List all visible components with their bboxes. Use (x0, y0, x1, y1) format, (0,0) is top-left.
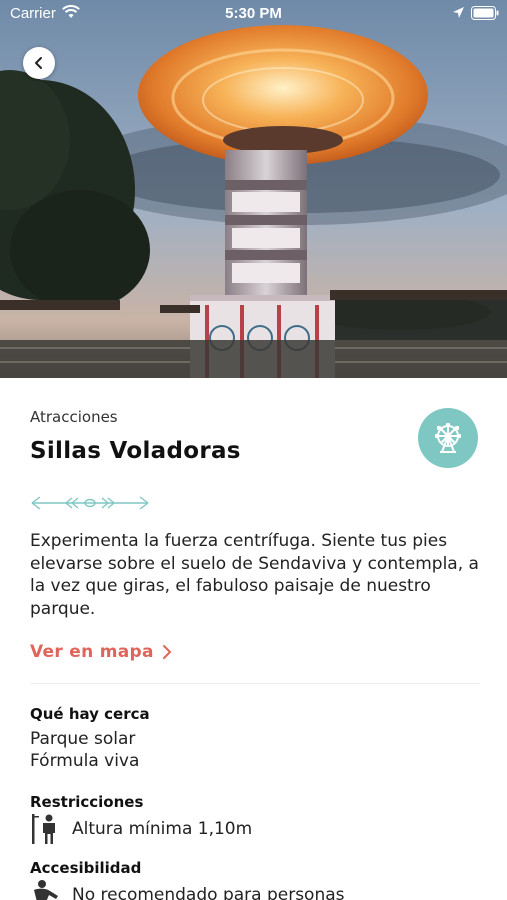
accessibility-title: Accesibilidad (30, 859, 142, 877)
ferris-wheel-icon (435, 423, 461, 453)
view-on-map-link[interactable]: Ver en mapa (30, 642, 172, 662)
status-bar: Carrier 5:30 PM (0, 0, 507, 28)
attraction-description: Experimenta la fuerza centrífuga. Siente… (30, 531, 479, 619)
battery-icon (471, 6, 499, 20)
back-chevron-icon (35, 57, 42, 69)
accessibility-text: No recomendado para personas (72, 885, 345, 900)
attraction-title: Sillas Voladoras (30, 438, 241, 464)
attraction-type-badge (418, 408, 478, 468)
location-arrow-icon (453, 7, 464, 18)
height-measure-icon (32, 814, 55, 844)
nearby-item: Fórmula viva (30, 751, 140, 771)
swing-ride-photo (0, 0, 507, 378)
back-button[interactable] (23, 47, 55, 79)
view-on-map-label: Ver en mapa (30, 642, 154, 662)
chevron-right-icon (162, 645, 171, 659)
accessibility-item: No recomendado para personas (30, 878, 345, 900)
restriction-text: Altura mínima 1,10m (72, 819, 253, 839)
status-time: 5:30 PM (225, 5, 282, 22)
section-divider (30, 683, 480, 684)
person-reduced-mobility-icon (34, 880, 58, 900)
nearby-item: Parque solar (30, 729, 136, 749)
hero-image (0, 0, 507, 378)
nearby-title: Qué hay cerca (30, 705, 150, 723)
decorative-divider-icon (31, 496, 149, 510)
category-label: Atracciones (30, 408, 118, 426)
restriction-item: Altura mínima 1,10m (30, 812, 252, 846)
restrictions-title: Restricciones (30, 793, 144, 811)
